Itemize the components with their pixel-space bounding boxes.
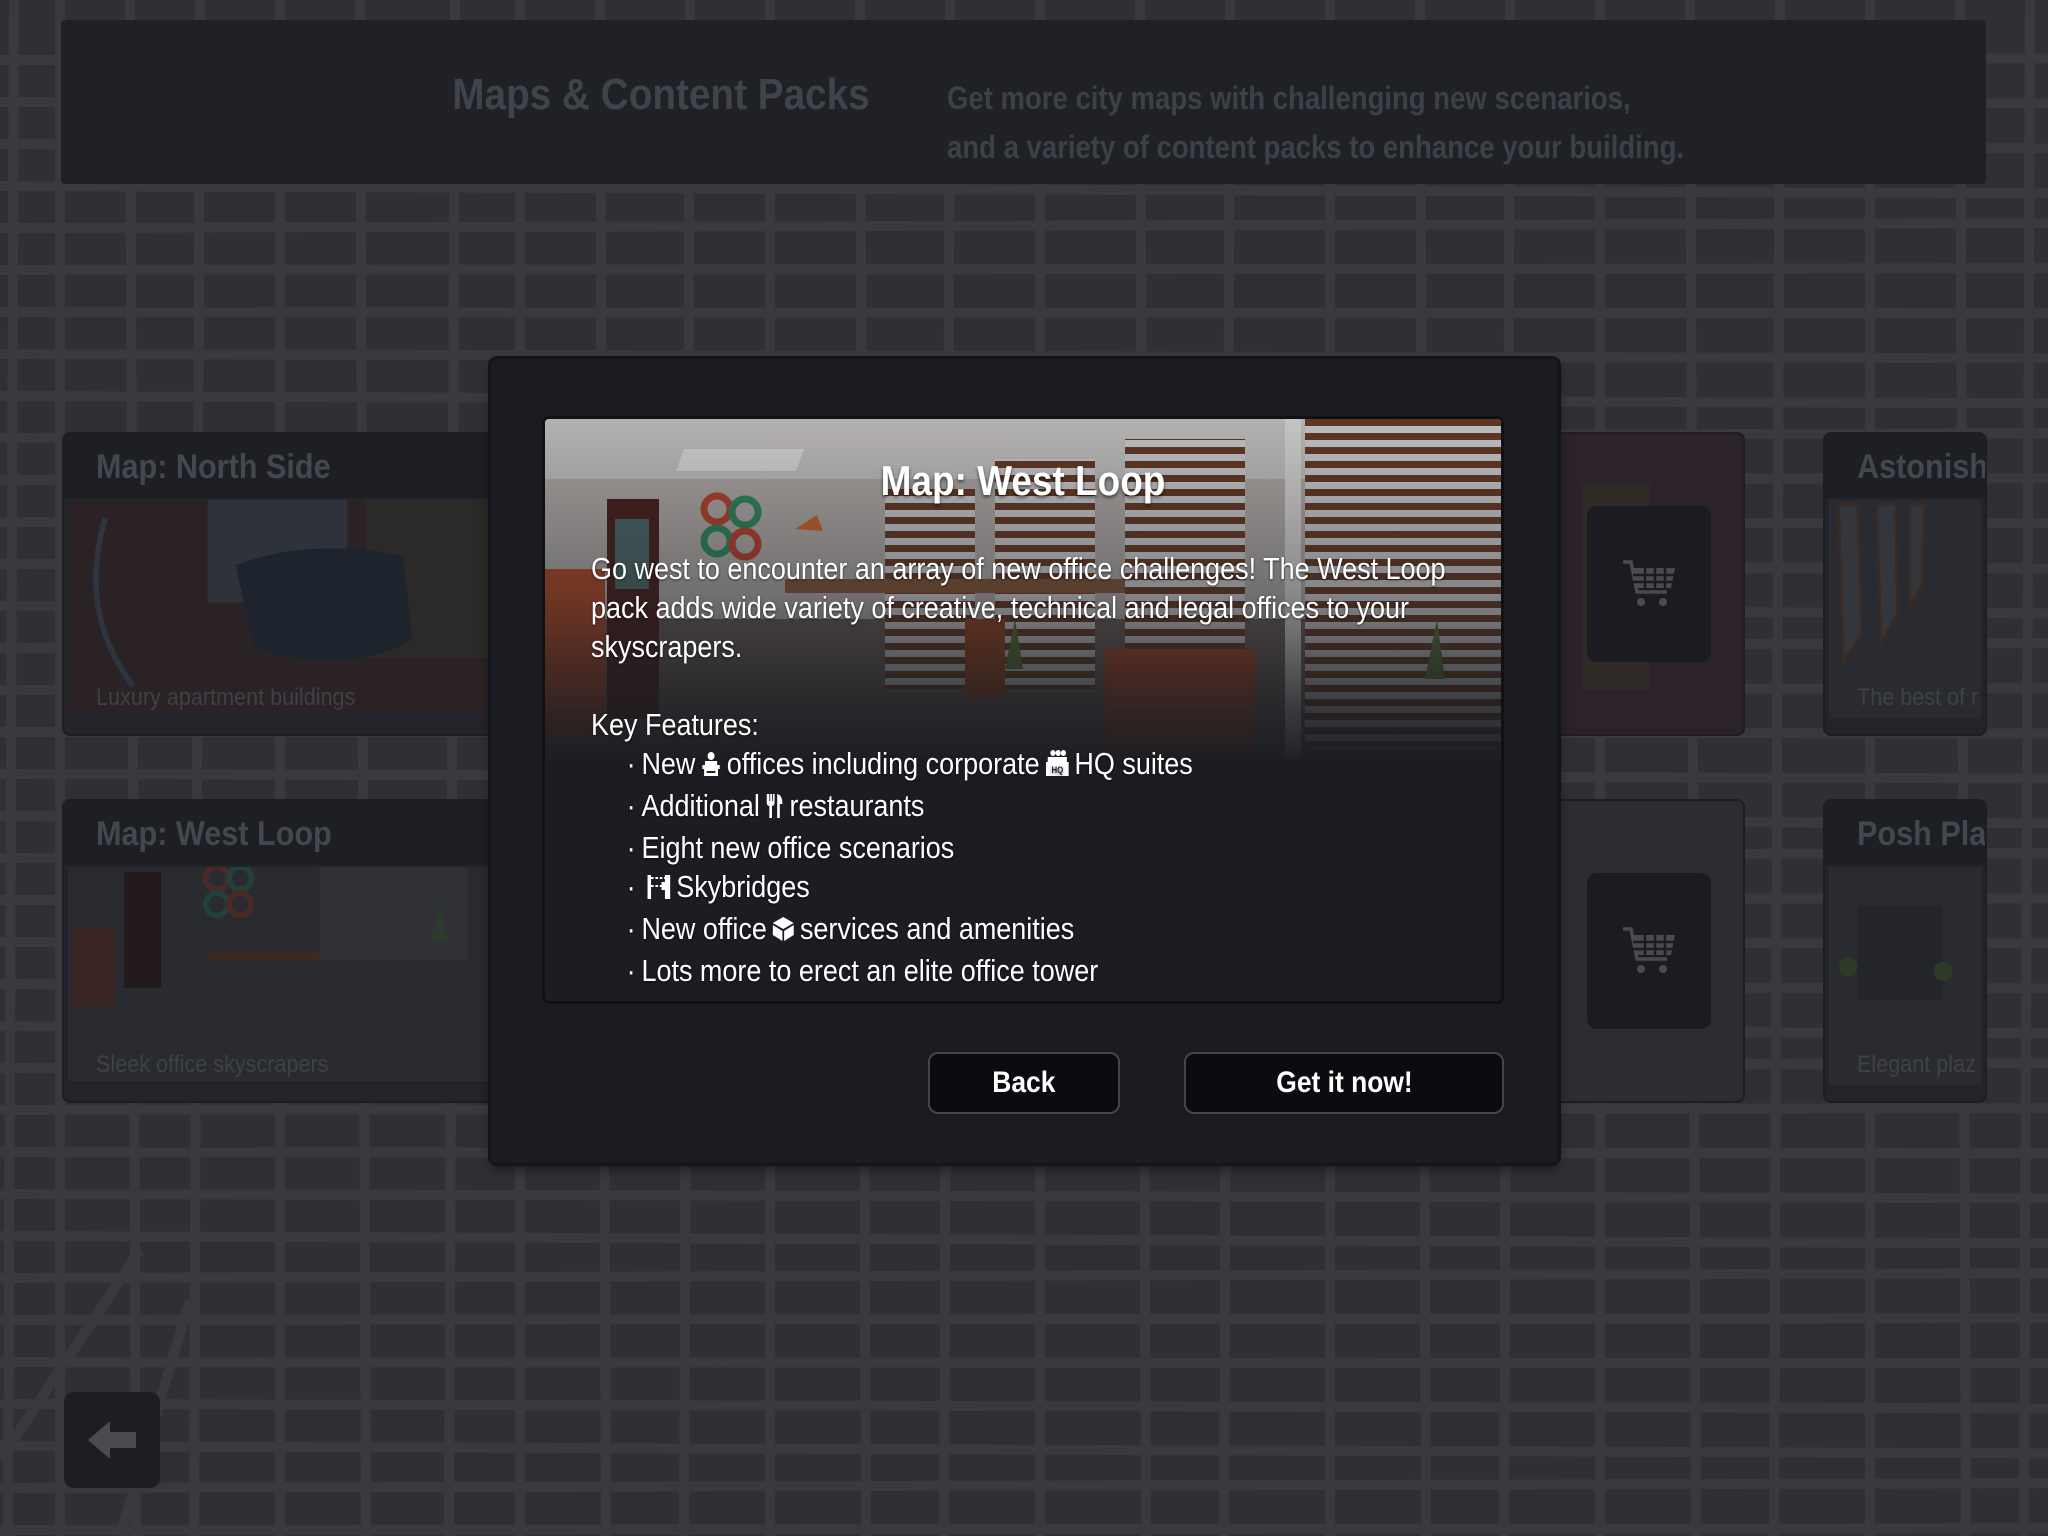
- content-pack-dialog: Map: West Loop Go west to encounter an a…: [491, 359, 1558, 1163]
- map-street: [0, 1268, 2048, 1283]
- pack-description: Go west to encounter an array of new off…: [591, 551, 1446, 664]
- card-description: Sleek office skyscrapers: [96, 1051, 329, 1078]
- map-street: [0, 349, 2048, 364]
- shopping-cart-icon: [1623, 560, 1675, 606]
- feature-item: · Lots more to erect an elite office tow…: [626, 953, 1099, 988]
- map-street: [0, 1231, 2048, 1249]
- map-street: [0, 1357, 2048, 1369]
- map-street: [1955, 0, 1971, 1536]
- card-title: Posh Pla: [1857, 815, 1985, 853]
- feature-item: · New offices including corporate HQ HQ sui…: [591, 744, 1461, 786]
- office-desk-icon: [701, 747, 722, 786]
- shopping-cart-icon: [1623, 927, 1675, 973]
- pack-details-panel: Map: West Loop Go west to encounter an a…: [545, 419, 1501, 1001]
- map-street: [0, 263, 2048, 275]
- map-street: [1685, 0, 1701, 1536]
- package-box-icon: [772, 912, 795, 951]
- cart-button[interactable]: [1587, 873, 1711, 1029]
- map-street: [0, 1441, 2048, 1459]
- map-street: [0, 181, 2048, 199]
- content-pack-card[interactable]: Posh Pla Elegant plaz: [1825, 801, 1985, 1101]
- card-title: Map: North Side: [96, 448, 331, 486]
- map-street: [0, 1523, 2048, 1535]
- page-header: Maps & Content Packs Get more city maps …: [61, 20, 1986, 184]
- dialog-title: Map: West Loop: [880, 457, 1166, 504]
- map-street: [0, 218, 2048, 233]
- map-street: [0, 1478, 2048, 1493]
- arrow-left-icon: [88, 1421, 136, 1459]
- back-button[interactable]: Back: [928, 1052, 1120, 1114]
- back-nav-button[interactable]: [64, 1392, 160, 1488]
- subtitle-line-2: and a variety of content packs to enhanc…: [947, 129, 1685, 165]
- feature-item: · New office services and amenities: [591, 909, 1461, 951]
- subtitle-line-1: Get more city maps with challenging new …: [947, 80, 1631, 116]
- map-street: [0, 1399, 2048, 1414]
- feature-list: · New offices including corporate HQ HQ sui…: [591, 744, 1461, 990]
- key-features: Key Features: · New offices including cor…: [591, 705, 1461, 990]
- cart-button[interactable]: [1587, 506, 1711, 662]
- page-title: Maps & Content Packs: [452, 70, 870, 119]
- fork-knife-icon: [765, 789, 784, 828]
- content-pack-card[interactable]: Map: North Side Luxury apartment buildin…: [64, 434, 500, 734]
- feature-item: · Skybridges: [591, 867, 1461, 909]
- map-street: [2019, 0, 2035, 1536]
- map-street: [1769, 0, 1785, 1536]
- map-street: [0, 1313, 2048, 1325]
- card-title: Astonish: [1857, 448, 1985, 486]
- card-title: Map: West Loop: [96, 815, 332, 853]
- content-pack-card[interactable]: Astonish The best of r: [1825, 434, 1985, 734]
- key-features-label: Key Features:: [591, 707, 759, 742]
- get-it-now-button[interactable]: Get it now!: [1184, 1052, 1504, 1114]
- card-description: Luxury apartment buildings: [96, 684, 356, 711]
- dialog-body: Go west to encounter an array of new off…: [591, 549, 1491, 990]
- map-street: [0, 1189, 2048, 1204]
- svg-text:HQ: HQ: [1051, 764, 1063, 775]
- feature-item: · Eight new office scenarios: [626, 830, 955, 865]
- page-subtitle: Get more city maps with challenging new …: [947, 74, 1721, 172]
- card-thumbnail-north-side: [68, 500, 496, 714]
- content-pack-card[interactable]: Map: West Loop Sleek office skyscrapers: [64, 801, 500, 1101]
- card-description: The best of r: [1857, 684, 1979, 711]
- feature-item: · Additional restaurants: [591, 786, 1461, 828]
- map-street: [0, 307, 2048, 319]
- card-description: Elegant plaz: [1857, 1051, 1976, 1078]
- skybridge-icon: [647, 870, 671, 909]
- card-thumbnail-west-loop: [68, 867, 496, 1081]
- hq-suite-icon: HQ: [1045, 747, 1069, 786]
